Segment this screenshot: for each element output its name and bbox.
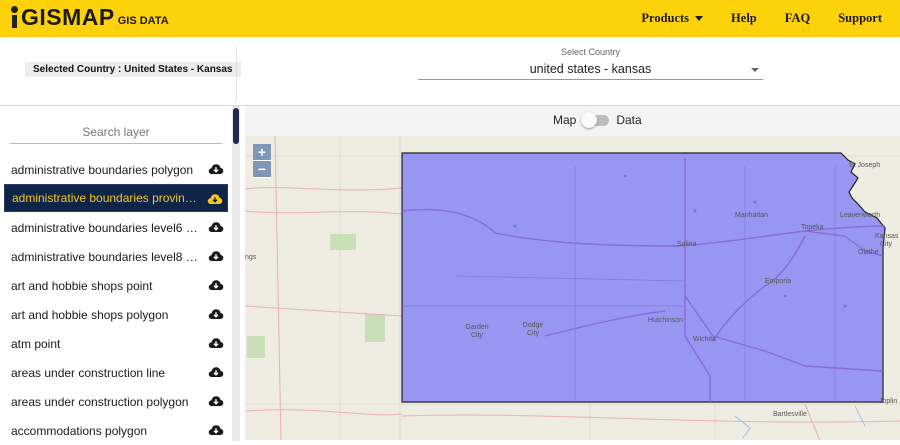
layer-item-label: administrative boundaries level8 polygon	[11, 249, 201, 264]
layer-item[interactable]: administrative boundaries level8 polygon	[4, 242, 228, 271]
select-underline	[418, 79, 763, 80]
zoom-out-button[interactable]: −	[253, 161, 271, 178]
layer-list: administrative boundaries polygon adminis…	[4, 155, 228, 445]
layer-item-label: areas under construction polygon	[11, 394, 189, 409]
gismap-logo[interactable]: GISMAP GIS DATA	[10, 4, 169, 30]
cloud-download-icon[interactable]	[208, 336, 224, 350]
nav-products[interactable]: Products	[641, 11, 704, 26]
layer-item[interactable]: administrative boundaries level6 countie…	[4, 213, 228, 242]
zoom-in-button[interactable]: +	[253, 144, 271, 161]
scrollbar-track[interactable]	[232, 106, 240, 441]
cloud-download-icon[interactable]	[208, 307, 224, 321]
caret-down-icon	[751, 68, 759, 72]
chevron-down-icon	[695, 16, 704, 21]
basemap[interactable]	[245, 136, 900, 440]
layer-item-label: administrative boundaries polygon	[11, 162, 194, 177]
search-layer-input[interactable]	[10, 120, 222, 144]
nav-products-label: Products	[641, 11, 690, 25]
map-label-joplin: Joplin	[879, 398, 898, 405]
layer-item-label: art and hobbie shops polygon	[11, 307, 169, 322]
cloud-download-icon[interactable]	[208, 365, 224, 379]
map-label-topeka: Topeka	[801, 224, 824, 231]
map-label-wichita: Wichita	[693, 336, 716, 343]
layer-item-label: administrative boundaries level6 countie…	[11, 220, 201, 235]
top-bar: GISMAP GIS DATA Products Help FAQ Suppor…	[0, 0, 900, 37]
kansas-boundary[interactable]	[401, 152, 886, 403]
cloud-download-icon[interactable]	[208, 220, 224, 234]
map-label-garden-city: Garden City	[465, 324, 489, 339]
selected-country-badge: Selected Country : United States - Kansa…	[25, 62, 241, 77]
cloud-download-icon[interactable]	[208, 278, 224, 292]
toggle-map-label: Map	[553, 113, 577, 127]
map-panel[interactable]: Map Data + − St Joseph Manhattan Topeka …	[245, 105, 900, 440]
cloud-download-icon[interactable]	[208, 249, 224, 263]
logo-subtext: GIS DATA	[117, 15, 169, 27]
map-data-toggle[interactable]: Map Data	[553, 111, 642, 128]
country-select-label: Select Country	[560, 47, 621, 57]
cloud-download-icon[interactable]	[208, 394, 224, 408]
map-label-hutchinson: Hutchinson	[648, 317, 684, 324]
layer-item[interactable]: areas under construction line	[4, 358, 228, 387]
layer-item-label: administrative boundaries province polyg…	[12, 191, 202, 205]
main-nav: Products Help FAQ Support	[613, 0, 882, 37]
nav-help[interactable]: Help	[731, 11, 757, 26]
country-select-value: united states - kansas	[529, 62, 652, 76]
toggle-data-label: Data	[616, 113, 642, 127]
layer-item[interactable]: art and hobbie shops polygon	[4, 300, 228, 329]
layer-item[interactable]: atm point	[4, 329, 228, 358]
toggle-switch[interactable]	[581, 111, 610, 128]
cloud-download-icon[interactable]	[208, 423, 224, 437]
map-label-partial: ngs	[245, 254, 257, 261]
map-label-dodge-city: Dodge City	[522, 322, 544, 337]
cloud-download-icon[interactable]	[207, 192, 223, 206]
layer-item-label: accommodations polygon	[11, 423, 148, 438]
nav-support[interactable]: Support	[838, 11, 882, 26]
logo-text: GISMAP	[21, 4, 115, 30]
cloud-download-icon[interactable]	[208, 162, 224, 176]
map-label-manhattan: Manhattan	[735, 212, 769, 219]
layer-sidebar: administrative boundaries polygon adminis…	[0, 105, 245, 441]
toggle-knob	[581, 111, 598, 128]
country-select[interactable]: Select Country united states - kansas	[418, 46, 763, 80]
map-label-st-joseph: St Joseph	[849, 162, 881, 169]
layer-item-label: areas under construction line	[11, 365, 166, 380]
map-label-bartlesville: Bartlesville	[773, 411, 807, 418]
map-label-emporia: Emporia	[765, 278, 792, 285]
view-toggle-bar: Map Data	[245, 106, 900, 136]
map-label-leavenworth: Leavenworth	[840, 212, 881, 219]
map-label-salina: Salina	[677, 241, 697, 248]
map-label-olathe: Olathe	[858, 249, 879, 256]
layer-item[interactable]: administrative boundaries polygon	[4, 155, 228, 184]
layer-item[interactable]: art and hobbie shops point	[4, 271, 228, 300]
zoom-controls: + −	[253, 144, 271, 178]
layer-item[interactable]: accommodations polygon	[4, 416, 228, 445]
header-divider	[236, 47, 237, 101]
layer-item[interactable]: areas under construction polygon	[4, 387, 228, 416]
pin-icon	[10, 6, 19, 28]
layer-item-label: atm point	[11, 336, 61, 351]
scrollbar-thumb[interactable]	[233, 108, 239, 144]
layer-item[interactable]: administrative boundaries province polyg…	[4, 184, 228, 212]
layer-item-label: art and hobbie shops point	[11, 278, 153, 293]
nav-faq[interactable]: FAQ	[785, 11, 810, 26]
map-label-kansas-city: Kansas City	[875, 233, 899, 248]
